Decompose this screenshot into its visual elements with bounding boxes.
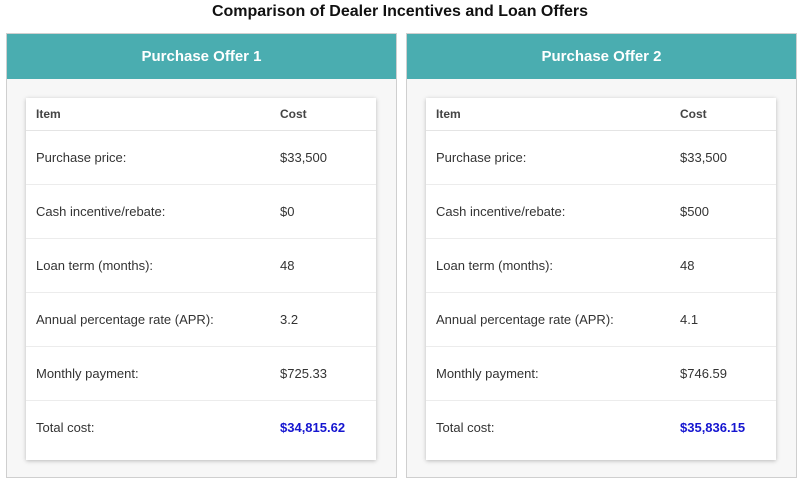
offer-panel-1: Purchase Offer 1 Item Cost Purchase pric… [6, 33, 397, 478]
row-item-label: Loan term (months): [426, 238, 670, 293]
table-header-row: Item Cost [26, 98, 376, 131]
row-item-label: Loan term (months): [26, 238, 270, 293]
total-cost-label: Total cost: [36, 419, 95, 435]
row-item-label: Cash incentive/rebate: [426, 184, 670, 239]
row-item-label: Purchase price: [26, 130, 270, 185]
column-header-cost: Cost [670, 98, 776, 131]
row-item-label: Annual percentage rate (APR): [26, 292, 270, 347]
row-item-label: Cash incentive/rebate: [26, 184, 270, 239]
row-cost-value: 4.1 [670, 292, 776, 347]
row-cost-value: $0 [270, 184, 376, 239]
table-row: Annual percentage rate (APR): 3.2 [26, 292, 376, 347]
cost-table: Item Cost Purchase price: $33,500 Cash i… [426, 98, 776, 454]
offer-header: Purchase Offer 2 [407, 34, 796, 79]
table-row: Cash incentive/rebate: $0 [26, 184, 376, 239]
table-row: Monthly payment: $746.59 [426, 346, 776, 401]
row-cost-value: $500 [670, 184, 776, 239]
offer-card: Item Cost Purchase price: $33,500 Cash i… [426, 98, 776, 460]
table-row: Purchase price: $33,500 [426, 130, 776, 185]
column-header-cost: Cost [270, 98, 376, 131]
table-header-row: Item Cost [426, 98, 776, 131]
cost-table: Item Cost Purchase price: $33,500 Cash i… [26, 98, 376, 454]
row-cost-value: 48 [270, 238, 376, 293]
total-cost-value: $34,815.62 [280, 419, 346, 435]
column-header-item: Item [426, 98, 670, 131]
row-cost-value: 48 [670, 238, 776, 293]
table-row: Loan term (months): 48 [26, 238, 376, 293]
offer-panel-2: Purchase Offer 2 Item Cost Purchase pric… [406, 33, 797, 478]
row-item-label: Monthly payment: [426, 346, 670, 401]
total-cost-value: $35,836.15 [680, 419, 746, 435]
table-row: Annual percentage rate (APR): 4.1 [426, 292, 776, 347]
table-row: Loan term (months): 48 [426, 238, 776, 293]
table-row-total: Total cost: $34,815.62 [26, 400, 376, 454]
row-cost-value: $33,500 [270, 130, 376, 185]
page-title: Comparison of Dealer Incentives and Loan… [211, 3, 589, 20]
row-cost-value: $33,500 [670, 130, 776, 185]
table-row-total: Total cost: $35,836.15 [426, 400, 776, 454]
row-item-label: Purchase price: [426, 130, 670, 185]
row-item-label: Monthly payment: [26, 346, 270, 401]
row-cost-value: $746.59 [670, 346, 776, 401]
total-cost-label: Total cost: [436, 419, 495, 435]
row-item-label: Annual percentage rate (APR): [426, 292, 670, 347]
table-row: Monthly payment: $725.33 [26, 346, 376, 401]
offer-header: Purchase Offer 1 [7, 34, 396, 79]
table-row: Purchase price: $33,500 [26, 130, 376, 185]
row-cost-value: 3.2 [270, 292, 376, 347]
row-cost-value: $725.33 [270, 346, 376, 401]
column-header-item: Item [26, 98, 270, 131]
table-row: Cash incentive/rebate: $500 [426, 184, 776, 239]
offer-card: Item Cost Purchase price: $33,500 Cash i… [26, 98, 376, 460]
